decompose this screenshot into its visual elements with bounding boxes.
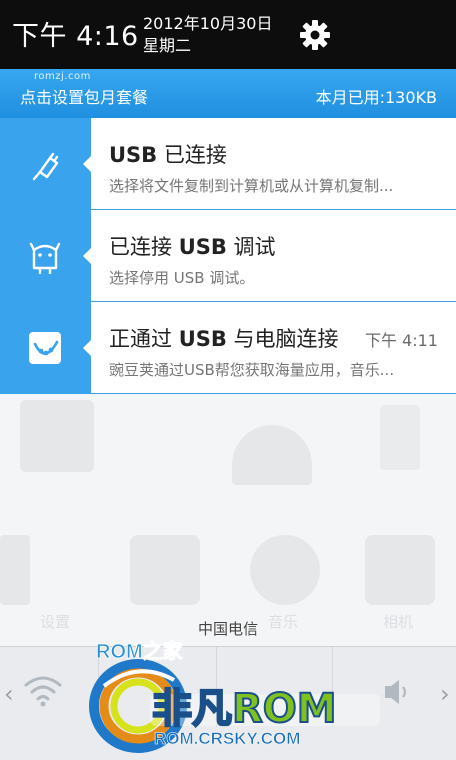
contacts-icon (20, 400, 94, 472)
notification-usb-connected[interactable]: USB 已连接 选择将文件复制到计算机或从计算机复制... (0, 118, 456, 210)
notification-icon-panel (0, 302, 92, 394)
antenna-icon (380, 405, 420, 470)
notification-icon-panel (0, 118, 92, 210)
notification-title: 正通过 USB 与电脑连接 (109, 327, 339, 351)
date-text: 2012年10月30日 (143, 14, 273, 33)
notification-title: 已连接 USB 调试 (109, 235, 276, 259)
notification-wandoujia-usb[interactable]: 正通过 USB 与电脑连接 下午 4:11 豌豆荚通过USB帮您获取海量应用，音… (0, 302, 456, 394)
logo-top-text: ROM之家 (96, 639, 184, 663)
gear-icon[interactable] (298, 18, 332, 52)
logo-main-text: 非凡ROM (152, 686, 337, 732)
wifi-icon[interactable] (22, 671, 64, 709)
app-icon (0, 535, 30, 605)
notification-text: 选择将文件复制到计算机或从计算机复制... (109, 177, 394, 195)
wandoujia-pea-icon (29, 332, 61, 364)
usb-plug-icon (32, 152, 59, 181)
notification-text: 选择停用 USB 调试。 (109, 269, 255, 287)
notification-usb-debugging[interactable]: 已连接 USB 调试 选择停用 USB 调试。 (0, 210, 456, 302)
data-usage-label: 本月已用:130KB (315, 88, 437, 107)
data-plan-bar[interactable]: romzj.com 点击设置包月套餐 本月已用:130KB (0, 69, 456, 118)
rom-watermark-logo: ROM之家 非凡ROM ROM.CRSKY.COM (89, 639, 380, 753)
status-bar: 下午 4:16 2012年10月30日 星期二 (0, 0, 456, 69)
scroll-left-arrow-icon[interactable]: ‹ (4, 680, 14, 708)
app-icon (130, 535, 200, 605)
site-watermark: romzj.com (34, 71, 91, 82)
setup-plan-link[interactable]: 点击设置包月套餐 (20, 84, 148, 108)
notification-text: 豌豆荚通过USB帮您获取海量应用，音乐... (109, 361, 395, 379)
notification-icon-panel (0, 210, 92, 302)
logo-url-text: ROM.CRSKY.COM (154, 729, 300, 748)
music-app-icon (250, 535, 320, 605)
date-block: 2012年10月30日 星期二 (143, 13, 272, 57)
camera-app-icon (365, 535, 435, 605)
clock: 下午 4:16 (12, 21, 139, 52)
notification-time: 下午 4:11 (364, 331, 438, 350)
scroll-right-arrow-icon[interactable]: › (440, 680, 450, 708)
android-debug-icon (29, 242, 61, 274)
cloud-icon (232, 425, 312, 485)
notification-title: USB 已连接 (109, 143, 227, 167)
weekday-text: 星期二 (143, 36, 192, 55)
